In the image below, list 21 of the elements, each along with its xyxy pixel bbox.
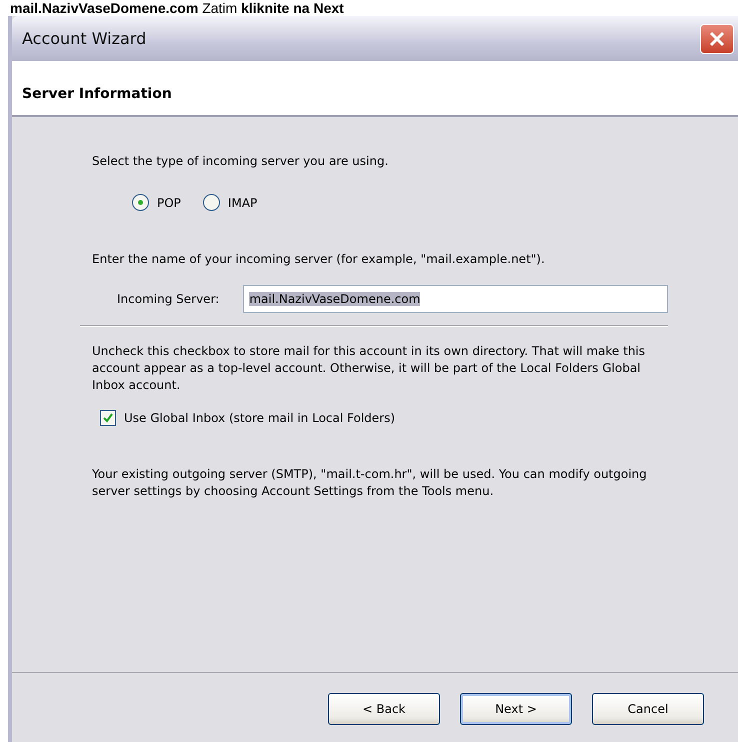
checkbox-label[interactable]: Use Global Inbox (store mail in Local Folders) xyxy=(124,411,396,425)
caption-text: mail.NazivVaseDomene.com Zatim kliknite na Next xyxy=(9,0,345,16)
prompt-text: Select the type of incoming server you are using. xyxy=(92,153,390,170)
info-text: Uncheck this checkbox to store mail for this account in its own directory. That will make this account appear as a top-level account. Otherwise, it will be part of the Local Folders Global Inbox account. xyxy=(92,343,646,394)
prompt-text: Enter the name of your incoming server (for example, "mail.example.net"). xyxy=(92,251,546,268)
radio-label[interactable]: POP xyxy=(157,196,181,210)
wizard-button[interactable]: Next > xyxy=(460,693,572,725)
wizard-button[interactable]: < Back xyxy=(328,693,440,725)
radio-label[interactable]: IMAP xyxy=(228,196,258,210)
wizard-button[interactable]: Cancel xyxy=(592,693,704,725)
window-title: Account Wizard xyxy=(22,29,146,48)
radio-button[interactable] xyxy=(132,194,149,211)
check-icon xyxy=(102,412,114,424)
radio-button[interactable] xyxy=(202,194,220,211)
close-button[interactable] xyxy=(700,24,734,54)
info-text: Your existing outgoing server (SMTP), "mail.t-com.hr", will be used. You can modify outgoing server settings by choosing Account Settings from the Tools menu. xyxy=(92,466,648,500)
checkbox[interactable] xyxy=(100,410,116,426)
close-icon xyxy=(708,30,726,48)
server-input-field[interactable]: mail.NazivVaseDomene.com xyxy=(243,285,668,313)
field-label: Incoming Server: xyxy=(117,292,220,306)
header-title: Server Information xyxy=(22,86,172,102)
